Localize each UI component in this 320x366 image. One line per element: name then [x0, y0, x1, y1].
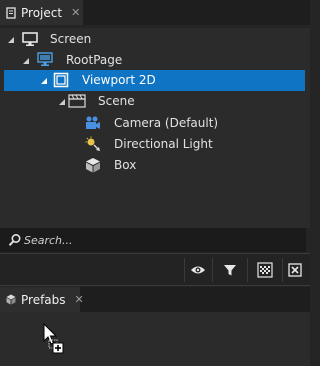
- visibility-eye-button[interactable]: [187, 258, 209, 282]
- search-icon: [8, 233, 22, 247]
- project-tree: Screen RootPage Viewport 2D Scene Camera…: [0, 28, 310, 228]
- expand-arrow-icon[interactable]: [58, 98, 66, 106]
- tree-item-camera[interactable]: Camera (Default): [4, 113, 305, 134]
- tree-item-label: Screen: [50, 32, 92, 46]
- toolbar-separator: [212, 258, 213, 282]
- camera-icon: [85, 116, 101, 130]
- tree-item-viewport-2d[interactable]: Viewport 2D: [4, 70, 305, 91]
- search-bar: [0, 228, 306, 252]
- tree-toolbar: [0, 253, 310, 286]
- tab-project-label: Project: [21, 5, 63, 20]
- tab-prefabs-label: Prefabs: [21, 292, 66, 307]
- tree-item-label: Directional Light: [114, 137, 213, 151]
- checkerboard-icon: [257, 262, 273, 278]
- search-input[interactable]: [24, 232, 294, 248]
- boxed-x-icon: [288, 263, 302, 277]
- tree-item-scene[interactable]: Scene: [4, 91, 305, 112]
- expand-arrow-icon[interactable]: [40, 77, 48, 85]
- project-tab-bar: Project ✕: [0, 0, 310, 25]
- directional-light-icon: [85, 136, 101, 152]
- scene-clapperboard-icon: [68, 94, 86, 108]
- tab-prefabs-close-icon[interactable]: ✕: [75, 293, 84, 306]
- tab-project-close-icon[interactable]: ✕: [71, 6, 80, 19]
- tree-item-rootpage[interactable]: RootPage: [4, 50, 305, 71]
- toolbar-separator: [184, 258, 185, 282]
- box-cube-icon: [85, 157, 101, 173]
- tree-item-label: Camera (Default): [114, 116, 219, 130]
- toolbar-separator: [247, 258, 248, 282]
- expand-arrow-icon[interactable]: [7, 36, 15, 44]
- tab-prefabs[interactable]: Prefabs ✕: [0, 287, 84, 312]
- tab-project[interactable]: Project ✕: [0, 0, 83, 25]
- prefabs-cube-icon: [6, 294, 16, 306]
- tree-item-label: RootPage: [66, 53, 123, 67]
- viewport-2d-icon: [53, 72, 69, 88]
- tree-item-label: Viewport 2D: [82, 73, 156, 87]
- expand-arrow-icon[interactable]: [22, 57, 30, 65]
- page-icon: [37, 52, 53, 67]
- eye-icon: [191, 266, 205, 274]
- project-folder-icon: [6, 6, 16, 19]
- close-all-button[interactable]: [284, 258, 306, 282]
- tree-item-box[interactable]: Box: [4, 155, 305, 176]
- toolbar-separator: [282, 258, 283, 282]
- drag-add-cursor-icon: [43, 322, 67, 355]
- tree-item-screen[interactable]: Screen: [4, 29, 305, 50]
- filter-icon: [224, 265, 236, 276]
- tree-item-label: Box: [114, 158, 137, 172]
- filter-button[interactable]: [219, 258, 241, 282]
- prefabs-tab-bar: Prefabs ✕: [0, 287, 310, 312]
- checkerboard-toggle-button[interactable]: [254, 258, 276, 282]
- tree-item-directional-light[interactable]: Directional Light: [4, 134, 305, 155]
- tree-item-label: Scene: [98, 94, 135, 108]
- monitor-icon: [22, 32, 38, 47]
